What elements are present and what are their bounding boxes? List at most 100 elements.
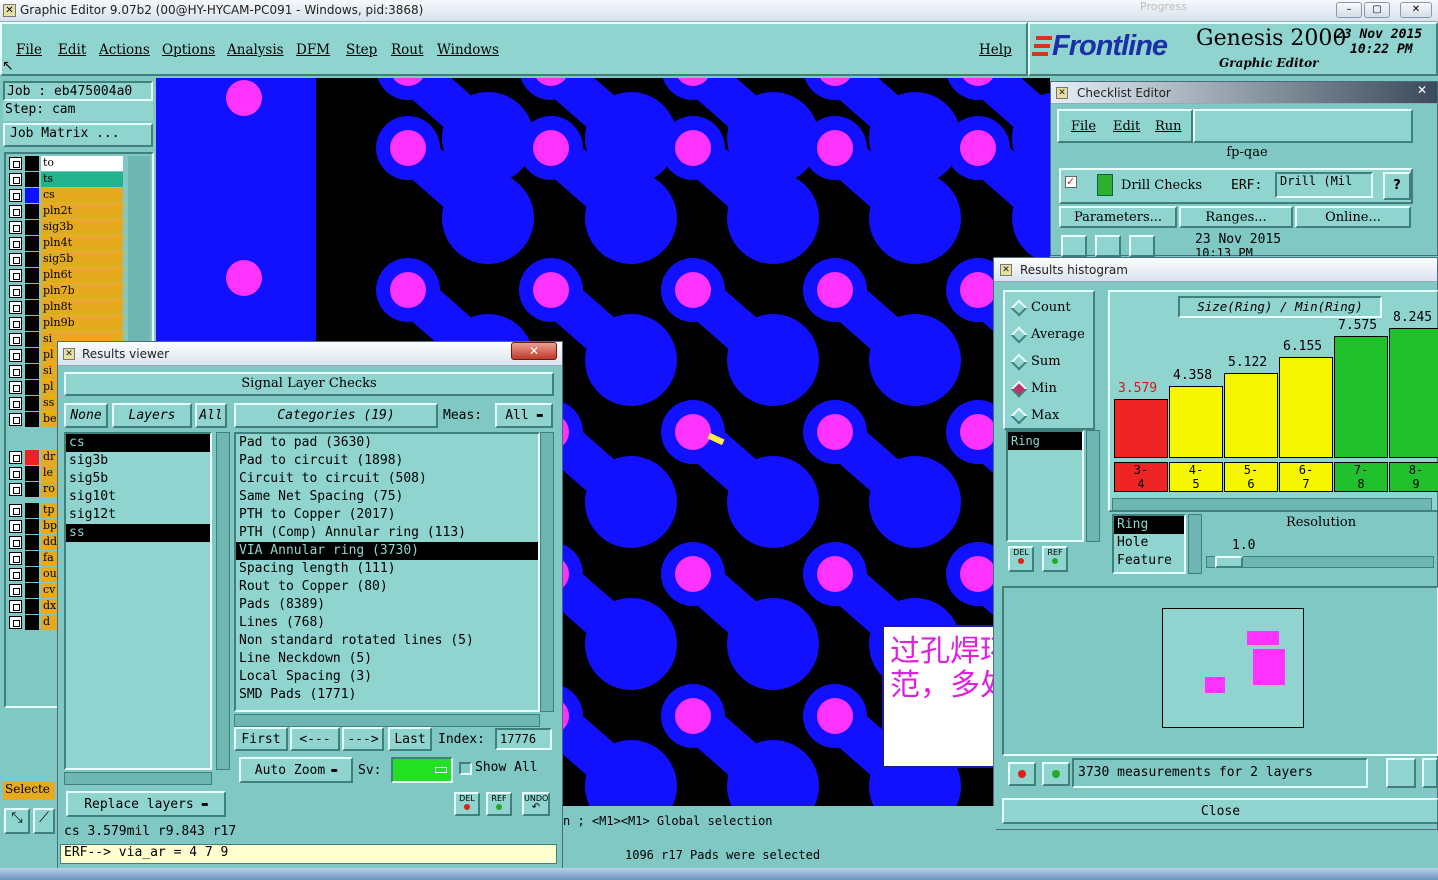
replace-layers-select[interactable]: Replace layers ▬ xyxy=(66,791,226,817)
close-window-button[interactable]: ✕ xyxy=(1400,2,1432,18)
histogram-bar[interactable] xyxy=(1224,373,1278,458)
ring-attr-scroll[interactable] xyxy=(1086,430,1100,542)
result-layer-item[interactable]: sig5b xyxy=(66,470,210,488)
hist-del2-button[interactable] xyxy=(1008,762,1036,786)
histogram-bar-range[interactable]: 5- 6 xyxy=(1224,462,1278,492)
result-layer-item[interactable]: sig12t xyxy=(66,506,210,524)
layer-row[interactable]: sig5b xyxy=(9,252,123,267)
zoom-to-fit-icon[interactable] xyxy=(1386,758,1416,788)
histogram-bar-range[interactable]: 6- 7 xyxy=(1279,462,1333,492)
categories-button[interactable]: Categories (19) xyxy=(234,403,438,428)
layer-list-vscroll[interactable] xyxy=(216,432,230,770)
category-item[interactable]: Rout to Copper (80) xyxy=(236,578,538,596)
layer-checkbox[interactable] xyxy=(9,483,22,496)
del-button[interactable]: DEL xyxy=(454,792,480,816)
parameters-button[interactable]: Parameters... xyxy=(1059,206,1177,228)
layer-checkbox[interactable] xyxy=(9,616,22,629)
menu-help[interactable]: Help xyxy=(979,42,1012,58)
menu-windows[interactable]: Windows xyxy=(437,42,499,58)
layers-button[interactable]: Layers xyxy=(112,403,192,428)
menu-file[interactable]: File xyxy=(16,42,42,58)
online-button[interactable]: Online... xyxy=(1295,206,1411,228)
layer-checkbox[interactable] xyxy=(9,285,22,298)
histogram-bar[interactable] xyxy=(1279,357,1333,458)
help-button[interactable]: ? xyxy=(1383,172,1411,200)
category-item[interactable]: Pads (8389) xyxy=(236,596,538,614)
checklist-close[interactable]: ✕ xyxy=(1411,83,1433,99)
histogram-bar[interactable] xyxy=(1389,328,1438,458)
job-matrix-button[interactable]: Job Matrix ... xyxy=(3,123,153,147)
first-button[interactable]: First xyxy=(234,727,288,751)
result-layer-item[interactable]: sig3b xyxy=(66,452,210,470)
layer-checkbox[interactable] xyxy=(9,600,22,613)
layer-checkbox[interactable] xyxy=(9,269,22,282)
mode-radio-sum[interactable]: Sum xyxy=(1010,352,1091,372)
zoom-tool-icon[interactable]: ⤡ xyxy=(4,808,30,834)
mode-radio-count[interactable]: Count xyxy=(1010,298,1091,318)
layer-checkbox[interactable] xyxy=(9,205,22,218)
attribute-list[interactable]: Ring Hole Feature xyxy=(1112,514,1186,574)
auto-zoom-select[interactable]: Auto Zoom ▬ xyxy=(239,757,353,783)
category-item[interactable]: PTH to Copper (2017) xyxy=(236,506,538,524)
results-viewer-close[interactable]: ✕ xyxy=(511,342,557,360)
mode-radio-max[interactable]: Max xyxy=(1010,406,1091,426)
next-button[interactable]: ---> xyxy=(342,727,384,751)
mode-radio-min[interactable]: Min xyxy=(1010,379,1091,399)
checklist-menu-edit[interactable]: Edit xyxy=(1113,119,1140,134)
histogram-close-button[interactable]: Close xyxy=(1002,798,1438,824)
attribute-item[interactable]: Ring xyxy=(1114,516,1184,534)
menu-rout[interactable]: Rout xyxy=(391,42,423,58)
histogram-bar[interactable] xyxy=(1334,336,1388,458)
layer-row[interactable]: pln7b xyxy=(9,284,123,299)
layer-checkbox[interactable] xyxy=(9,157,22,170)
category-item[interactable]: Same Net Spacing (75) xyxy=(236,488,538,506)
preview-map[interactable] xyxy=(1162,608,1304,728)
layer-row[interactable]: pln6t xyxy=(9,268,123,283)
histogram-bar-range[interactable]: 4- 5 xyxy=(1169,462,1223,492)
category-list[interactable]: Pad to pad (3630) Pad to circuit (1898) Ci… xyxy=(234,432,540,712)
maximize-button[interactable]: ▢ xyxy=(1364,2,1390,18)
layer-list-hscroll[interactable] xyxy=(64,772,212,785)
ring-attr-list[interactable]: Ring xyxy=(1006,430,1084,542)
histogram-bar-range[interactable]: 3- 4 xyxy=(1114,462,1168,492)
layer-row[interactable]: ts xyxy=(9,172,123,187)
layer-checkbox[interactable] xyxy=(9,317,22,330)
checklist-menu-file[interactable]: File xyxy=(1071,119,1096,134)
ranges-button[interactable]: Ranges... xyxy=(1179,206,1293,228)
layer-checkbox[interactable] xyxy=(9,333,22,346)
histogram-bar[interactable] xyxy=(1169,386,1223,458)
erf-value[interactable]: Drill (Mil xyxy=(1275,172,1373,198)
category-item[interactable]: VIA Annular ring (3730) xyxy=(236,542,538,560)
category-item[interactable]: Pad to pad (3630) xyxy=(236,434,538,452)
category-item[interactable]: Local Spacing (3) xyxy=(236,668,538,686)
result-layer-item[interactable]: ss xyxy=(66,524,210,542)
checklist-menu-run[interactable]: Run xyxy=(1155,119,1182,134)
hist-del-button[interactable]: DEL xyxy=(1008,546,1034,572)
attribute-item[interactable]: Hole xyxy=(1114,534,1184,552)
layer-checkbox[interactable] xyxy=(9,413,22,426)
resolution-slider[interactable] xyxy=(1206,556,1434,568)
category-item[interactable]: Spacing length (111) xyxy=(236,560,538,578)
show-all-checkbox[interactable] xyxy=(459,762,472,775)
layer-row[interactable]: pln2t xyxy=(9,204,123,219)
mode-radio-average[interactable]: Average xyxy=(1010,325,1091,345)
menu-step[interactable]: Step xyxy=(346,42,377,58)
layer-row[interactable]: pln9b xyxy=(9,316,123,331)
category-item[interactable]: PTH (Comp) Annular ring (113) xyxy=(236,524,538,542)
measure-tool-icon[interactable]: ⟋ xyxy=(33,808,55,834)
none-button[interactable]: None xyxy=(64,403,108,428)
hist-ref-button[interactable]: REF xyxy=(1042,546,1068,572)
category-item[interactable]: Lines (768) xyxy=(236,614,538,632)
histogram-bar-range[interactable]: 8- 9 xyxy=(1389,462,1438,492)
category-vscroll[interactable] xyxy=(540,432,554,712)
menu-dfm[interactable]: DFM xyxy=(296,42,330,58)
layer-row[interactable]: cs xyxy=(9,188,123,203)
ref-button[interactable]: REF xyxy=(486,792,512,816)
layer-checkbox[interactable] xyxy=(9,253,22,266)
meas-select[interactable]: All ▬ xyxy=(495,403,553,428)
run-all-icon[interactable] xyxy=(1095,235,1121,257)
ring-attr-item[interactable]: Ring xyxy=(1008,432,1082,450)
layer-results-list[interactable]: cs sig3b sig5b sig10t sig12t ss xyxy=(64,432,212,770)
previous-button[interactable]: <--- xyxy=(290,727,340,751)
category-item[interactable]: Non standard rotated lines (5) xyxy=(236,632,538,650)
